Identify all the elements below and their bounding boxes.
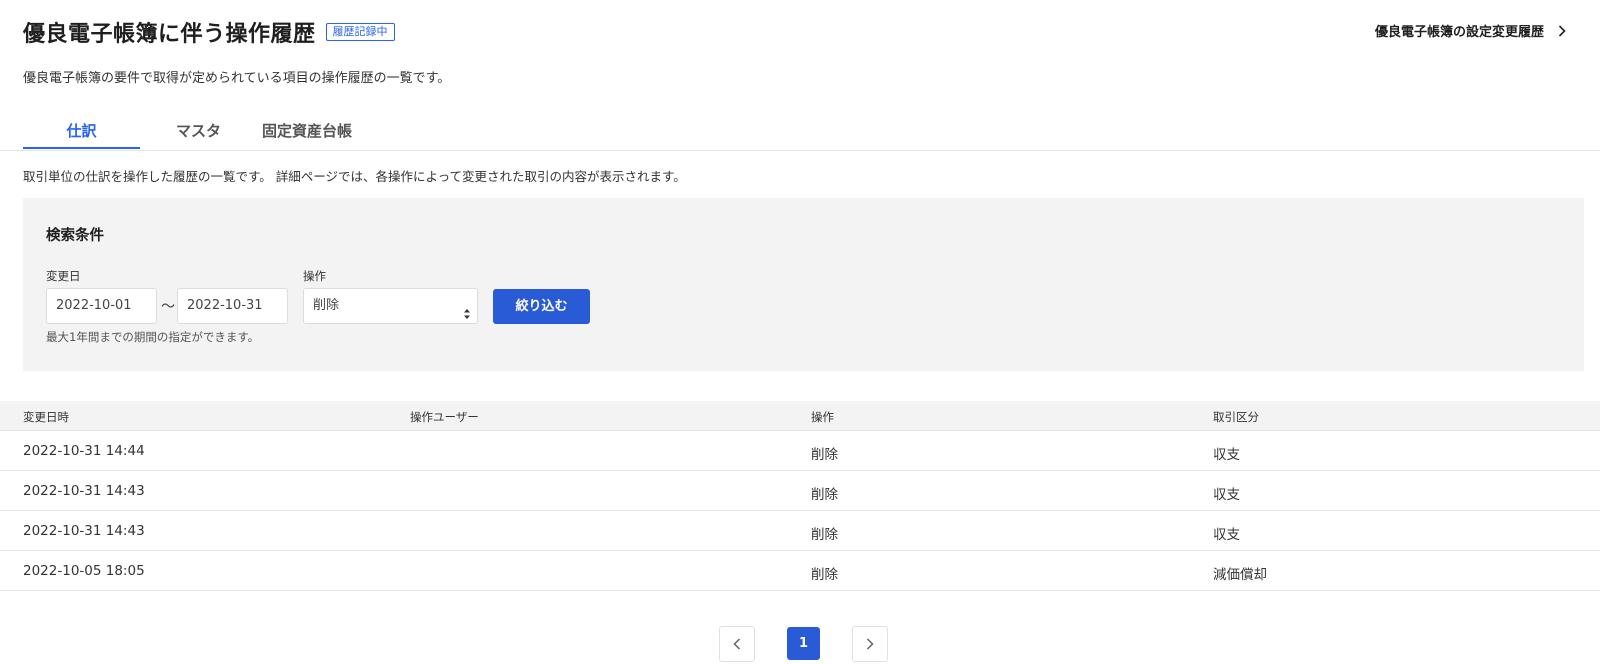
table-row[interactable]: 2022-10-31 14:43 削除 収支: [0, 511, 1600, 551]
cell-operation: 削除: [811, 487, 838, 503]
next-page-button[interactable]: [852, 626, 888, 662]
tab-divider: [0, 150, 1600, 151]
tab-bar: 仕訳 マスタ 固定資産台帳: [23, 116, 367, 149]
column-header-operation: 操作: [811, 410, 834, 424]
cell-changed-at: 2022-10-31 14:44: [23, 443, 145, 459]
cell-changed-at: 2022-10-31 14:43: [23, 483, 145, 499]
date-to-input[interactable]: 2022-10-31: [177, 288, 288, 324]
date-range-hint: 最大1年間までの期間の指定ができます。: [46, 330, 260, 344]
chevron-left-icon: [733, 635, 741, 654]
select-arrows-icon: [464, 300, 470, 319]
cell-transaction-type: 収支: [1213, 487, 1240, 503]
page-subtitle: 優良電子帳簿の要件で取得が定められている項目の操作履歴の一覧です。: [23, 71, 451, 86]
column-header-transaction-type: 取引区分: [1213, 410, 1259, 424]
page-title: 優良電子帳簿に伴う操作履歴: [23, 22, 316, 47]
cell-changed-at: 2022-10-05 18:05: [23, 563, 145, 579]
page-button-current[interactable]: 1: [787, 627, 820, 660]
cell-operation: 削除: [811, 447, 838, 463]
previous-page-button[interactable]: [719, 626, 755, 662]
tab-master[interactable]: マスタ: [140, 116, 257, 149]
chevron-right-icon: [866, 635, 874, 654]
cell-transaction-type: 減価償却: [1213, 567, 1267, 583]
tab-description: 取引単位の仕訳を操作した履歴の一覧です。 詳細ページでは、各操作によって変更され…: [23, 169, 686, 184]
settings-history-link[interactable]: 優良電子帳簿の設定変更履歴: [1375, 21, 1568, 40]
table-header: 変更日時 操作ユーザー 操作 取引区分: [0, 401, 1600, 431]
cell-transaction-type: 収支: [1213, 527, 1240, 543]
table-row[interactable]: 2022-10-05 18:05 削除 減価償却: [0, 551, 1600, 591]
date-range-separator: 〜: [161, 299, 175, 315]
filter-button[interactable]: 絞り込む: [493, 289, 590, 324]
tab-fixed-assets[interactable]: 固定資産台帳: [247, 116, 367, 149]
table-row[interactable]: 2022-10-31 14:44 削除 収支: [0, 431, 1600, 471]
cell-operation: 削除: [811, 567, 838, 583]
search-panel: 検索条件 変更日 操作 2022-10-01 〜 2022-10-31 削除 絞…: [23, 198, 1584, 371]
settings-history-link-label: 優良電子帳簿の設定変更履歴: [1374, 25, 1544, 40]
column-header-changed-at: 変更日時: [23, 410, 69, 424]
page-header: 優良電子帳簿に伴う操作履歴 履歴記録中: [23, 16, 395, 48]
operation-select-value: 削除: [313, 298, 340, 313]
date-label: 変更日: [46, 269, 81, 283]
table-row[interactable]: 2022-10-31 14:43 削除 収支: [0, 471, 1600, 511]
history-table: 変更日時 操作ユーザー 操作 取引区分 2022-10-31 14:44 削除 …: [0, 401, 1600, 591]
pagination: 1: [0, 626, 1600, 662]
cell-transaction-type: 収支: [1213, 447, 1240, 463]
column-header-user: 操作ユーザー: [410, 410, 479, 424]
chevron-right-icon: [1558, 24, 1568, 38]
operation-label: 操作: [303, 269, 326, 283]
date-from-input[interactable]: 2022-10-01: [46, 288, 157, 324]
operation-select[interactable]: 削除: [303, 288, 478, 324]
tab-journal[interactable]: 仕訳: [23, 116, 140, 149]
cell-changed-at: 2022-10-31 14:43: [23, 523, 145, 539]
search-panel-title: 検索条件: [46, 228, 104, 244]
cell-operation: 削除: [811, 527, 838, 543]
status-badge: 履歴記録中: [325, 23, 395, 41]
